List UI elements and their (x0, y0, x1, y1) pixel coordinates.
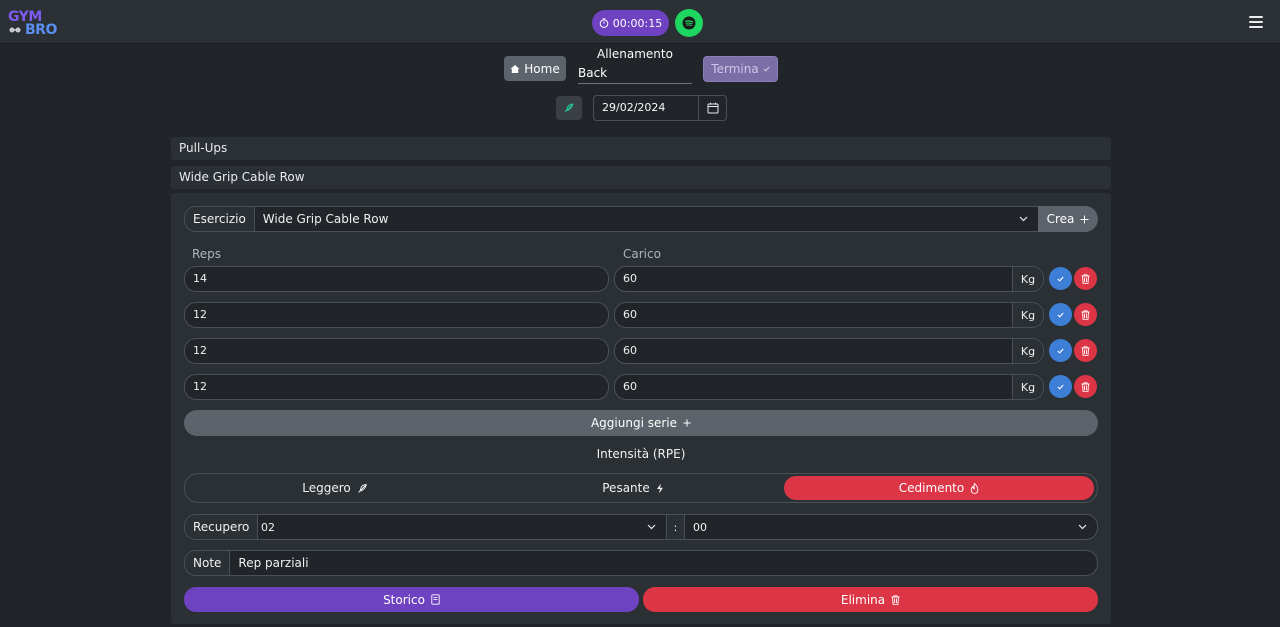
delete-set-button[interactable] (1074, 339, 1097, 362)
history-button-label: Storico (383, 592, 425, 607)
check-icon (1057, 384, 1064, 390)
plus-icon (1080, 215, 1089, 223)
reps-input[interactable]: 12 (184, 338, 609, 364)
check-icon (1057, 348, 1064, 354)
check-icon (1057, 312, 1064, 318)
complete-set-button[interactable] (1049, 339, 1072, 362)
note-field[interactable]: Note Rep parziali (184, 550, 1098, 576)
complete-set-button[interactable] (1049, 375, 1072, 398)
delete-set-button[interactable] (1074, 267, 1097, 290)
exercise-select-value: Wide Grip Cable Row (262, 212, 389, 226)
intensity-label: Intensità (RPE) (596, 447, 686, 461)
end-workout-label: Termina (711, 62, 759, 76)
plus-icon (683, 419, 691, 427)
intensity-option-label: Pesante (602, 481, 650, 495)
delete-exercise-button[interactable]: Elimina (643, 587, 1098, 612)
add-set-button[interactable]: Aggiungi serie (184, 410, 1098, 436)
load-input[interactable]: 60 Kg (614, 302, 1044, 328)
trash-icon (1081, 345, 1090, 356)
intensity-option-label: Leggero (302, 481, 351, 495)
workout-title-label: Allenamento (597, 47, 673, 61)
feather-icon (564, 103, 574, 113)
load-unit: Kg (1012, 267, 1043, 291)
complete-set-button[interactable] (1049, 267, 1072, 290)
rest-seconds-value: 00 (693, 520, 707, 534)
feather-icon (357, 483, 367, 493)
check-icon (1057, 276, 1064, 282)
load-value: 60 (623, 308, 637, 321)
load-input[interactable]: 60 Kg (614, 374, 1044, 400)
dumbbell-icon (9, 27, 21, 33)
intensity-option-label: Cedimento (898, 481, 965, 495)
spotify-icon (682, 16, 696, 30)
rest-separator: : (667, 515, 685, 539)
spotify-button[interactable] (675, 9, 703, 37)
rest-seconds-select[interactable]: 00 (685, 515, 1097, 539)
intensity-option-light[interactable]: Leggero (187, 476, 483, 500)
home-button[interactable]: Home (504, 56, 566, 81)
trash-icon (1081, 381, 1090, 392)
check-icon (763, 66, 770, 72)
home-icon (510, 64, 520, 73)
app-logo[interactable]: GYM BRO (7, 9, 59, 39)
load-value: 60 (623, 344, 637, 357)
workout-note-button[interactable] (556, 96, 582, 120)
rest-label: Recupero (185, 515, 259, 539)
journal-icon (431, 594, 440, 605)
workout-timer[interactable]: 00:00:15 (592, 10, 669, 36)
lightning-icon (656, 483, 663, 493)
workout-date-input[interactable]: 29/02/2024 (593, 95, 699, 121)
intensity-toggle-group: Leggero Pesante Cedimento (184, 473, 1098, 503)
reps-input[interactable]: 12 (184, 302, 609, 328)
load-column-header: Carico (623, 247, 661, 261)
exercise-accordion-item[interactable]: Pull-Ups (171, 137, 1111, 160)
logo-text-bottom: BRO (25, 22, 57, 38)
hamburger-icon[interactable] (1249, 16, 1263, 28)
intensity-option-failure[interactable]: Cedimento (784, 476, 1094, 500)
rest-time-group: Recupero 02 : 00 (184, 514, 1098, 540)
intensity-option-heavy[interactable]: Pesante (485, 476, 781, 500)
chevron-down-icon (647, 524, 656, 530)
history-button[interactable]: Storico (184, 587, 639, 612)
exercise-accordion-item[interactable]: Wide Grip Cable Row (171, 166, 1111, 189)
timer-value: 00:00:15 (612, 16, 663, 30)
reps-input[interactable]: 14 (184, 266, 609, 292)
exercise-select-label: Esercizio (185, 207, 255, 231)
create-exercise-label: Crea (1046, 212, 1075, 226)
reps-input[interactable]: 12 (184, 374, 609, 400)
note-value: Rep parziali (238, 556, 309, 570)
top-navbar: GYM BRO 00:00:15 (0, 0, 1280, 44)
exercise-select[interactable]: Esercizio Wide Grip Cable Row (184, 206, 1039, 232)
home-button-label: Home (524, 61, 560, 76)
load-input[interactable]: 60 Kg (614, 338, 1044, 364)
load-unit: Kg (1012, 303, 1043, 327)
delete-set-button[interactable] (1074, 303, 1097, 326)
delete-set-button[interactable] (1074, 375, 1097, 398)
stopwatch-icon (599, 18, 609, 28)
load-unit: Kg (1012, 339, 1043, 363)
note-label: Note (185, 551, 231, 575)
chevron-down-icon (1078, 524, 1087, 530)
reps-column-header: Reps (192, 247, 222, 261)
calendar-icon (707, 102, 718, 114)
trash-icon (1081, 309, 1090, 320)
end-workout-button[interactable]: Termina (703, 56, 778, 82)
load-unit: Kg (1012, 375, 1043, 399)
load-input[interactable]: 60 Kg (614, 266, 1044, 292)
fire-icon (970, 482, 979, 494)
load-value: 60 (623, 380, 637, 393)
workout-name-input[interactable]: Back (578, 64, 692, 84)
chevron-down-icon (1019, 216, 1028, 222)
add-set-label: Aggiungi serie (590, 416, 678, 430)
date-picker-button[interactable] (698, 95, 727, 121)
create-exercise-button[interactable]: Crea (1038, 206, 1098, 232)
complete-set-button[interactable] (1049, 303, 1072, 326)
rest-minutes-select[interactable]: 02 (254, 515, 667, 539)
load-value: 60 (623, 272, 637, 285)
rest-minutes-value: 02 (261, 520, 275, 534)
trash-icon (1081, 273, 1090, 284)
delete-exercise-label: Elimina (840, 592, 886, 607)
trash-icon (891, 594, 900, 605)
